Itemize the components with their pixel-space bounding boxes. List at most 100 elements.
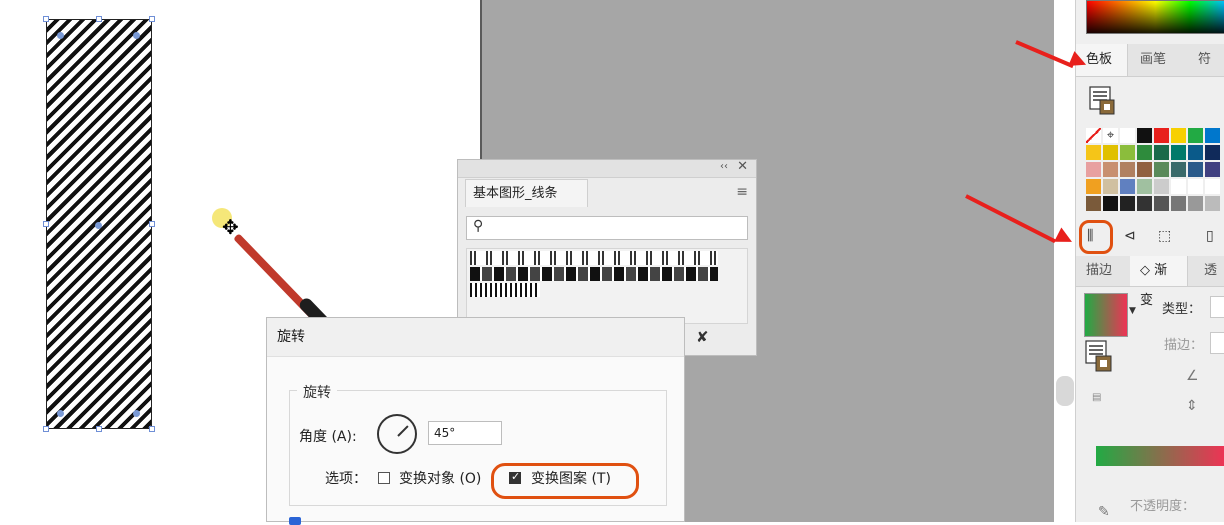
selection-handle[interactable] — [149, 16, 155, 22]
tab-stroke[interactable]: 描边 — [1076, 256, 1128, 286]
color-swatch[interactable] — [1103, 162, 1118, 177]
swatch-stack-icon[interactable] — [1088, 86, 1115, 116]
color-swatch[interactable] — [1154, 145, 1169, 160]
transform-objects-label[interactable]: 变换对象 (O) — [399, 468, 481, 488]
color-swatch[interactable] — [1120, 196, 1135, 211]
stroke-gradient-tabbar: 描边 ◇ 渐变 透 — [1076, 256, 1224, 308]
new-swatch-icon[interactable]: ▯ — [1206, 228, 1214, 244]
tab-gradient[interactable]: ◇ 渐变 — [1130, 256, 1188, 308]
move-cursor-icon: ✥ — [222, 215, 239, 239]
color-swatch[interactable] — [1137, 196, 1152, 211]
anchor-point — [95, 222, 102, 229]
gradient-stroke-label: 描边： — [1164, 338, 1204, 353]
color-swatch[interactable] — [1120, 162, 1135, 177]
symbol-thumbnail-grid — [466, 248, 748, 324]
rotate-dialog: 旋转 旋转 角度 (A): 45° 选项： 变换对象 (O) 变换图案 (T) — [266, 317, 685, 525]
dialog-title: 旋转 — [267, 318, 684, 357]
registration-swatch-icon[interactable]: ⌖ — [1103, 128, 1118, 143]
aspect-ratio-icon[interactable]: ⇕ — [1186, 398, 1198, 414]
color-swatch[interactable] — [1205, 128, 1220, 143]
transform-objects-checkbox[interactable] — [378, 472, 390, 484]
search-input[interactable]: ⚲ — [466, 216, 748, 240]
color-swatch[interactable] — [1154, 179, 1169, 194]
preview-checkbox[interactable] — [289, 517, 301, 525]
color-swatch[interactable] — [1103, 179, 1118, 194]
color-swatch[interactable] — [1188, 128, 1203, 143]
panel-menu-icon[interactable]: ≡ — [736, 184, 748, 200]
swatches-tabbar: 色板 画笔 符 — [1076, 44, 1224, 77]
symbol-row — [470, 267, 718, 281]
right-panel: 色板 画笔 符 ⌖ ⫼ ⊲ ⬚ ▯ 描边 ◇ 渐变 透 ▼ 类型： 描边： ∠ … — [1075, 0, 1224, 522]
color-swatch[interactable] — [1154, 128, 1169, 143]
color-swatch[interactable] — [1120, 145, 1135, 160]
angle-dial[interactable] — [377, 414, 417, 454]
color-swatch[interactable] — [1171, 196, 1186, 211]
highlight-oval — [491, 463, 639, 499]
color-swatch[interactable] — [1171, 128, 1186, 143]
selection-handle[interactable] — [96, 426, 102, 432]
gradient-slider[interactable] — [1096, 446, 1224, 466]
selection-handle[interactable] — [43, 16, 49, 22]
color-swatch[interactable] — [1137, 162, 1152, 177]
color-swatch[interactable] — [1205, 196, 1220, 211]
swatch-kind-icon[interactable]: ⊲ — [1124, 228, 1136, 244]
color-swatch[interactable] — [1188, 196, 1203, 211]
color-swatch[interactable] — [1154, 162, 1169, 177]
highlight-oval — [1079, 220, 1113, 254]
tab-symbols[interactable]: 符 — [1188, 44, 1224, 76]
anchor-point — [133, 32, 140, 39]
color-swatch[interactable] — [1188, 179, 1203, 194]
color-swatch[interactable] — [1086, 196, 1101, 211]
eyedropper-icon[interactable]: ✎ — [1098, 504, 1110, 520]
selection-handle[interactable] — [43, 426, 49, 432]
gradient-type-label: 类型： — [1162, 302, 1202, 317]
align-icon[interactable]: ▤ — [1092, 392, 1101, 403]
color-swatch[interactable] — [1188, 162, 1203, 177]
angle-icon[interactable]: ∠ — [1186, 368, 1199, 384]
gradient-preview-swatch[interactable] — [1084, 293, 1128, 337]
color-swatch[interactable] — [1137, 128, 1152, 143]
selection-handle[interactable] — [149, 221, 155, 227]
color-swatch[interactable] — [1171, 179, 1186, 194]
color-swatch[interactable] — [1086, 145, 1101, 160]
color-swatch[interactable] — [1205, 145, 1220, 160]
selection-handle[interactable] — [149, 426, 155, 432]
options-label: 选项： — [325, 471, 367, 487]
panel-titlebar[interactable]: ‹‹ ✕ — [458, 159, 756, 178]
none-swatch-icon[interactable] — [1086, 128, 1101, 143]
color-swatch[interactable] — [1171, 145, 1186, 160]
swatch-options-icon[interactable]: ⬚ — [1158, 228, 1171, 244]
color-swatch[interactable] — [1120, 179, 1135, 194]
color-swatch[interactable] — [1171, 162, 1186, 177]
close-icon[interactable]: ✕ — [737, 159, 748, 174]
color-swatch[interactable] — [1086, 179, 1101, 194]
color-swatch[interactable] — [1103, 145, 1118, 160]
tab-transparency[interactable]: 透 — [1194, 256, 1224, 286]
color-swatch[interactable] — [1188, 145, 1203, 160]
selection-handle[interactable] — [96, 16, 102, 22]
color-swatch[interactable] — [1120, 128, 1135, 143]
collapse-icon[interactable]: ‹‹ — [720, 161, 728, 172]
rotate-group-label: 旋转 — [297, 382, 337, 402]
color-swatch[interactable] — [1205, 179, 1220, 194]
color-swatch[interactable] — [1205, 162, 1220, 177]
tab-brushes[interactable]: 画笔 — [1130, 44, 1178, 76]
panel-resize-grip[interactable] — [1056, 376, 1074, 406]
symbol-row — [470, 251, 718, 265]
selection-handle[interactable] — [43, 221, 49, 227]
color-swatch[interactable] — [1137, 179, 1152, 194]
pin-icon[interactable]: ✘ — [696, 328, 709, 346]
color-swatch[interactable] — [1154, 196, 1169, 211]
color-swatch[interactable] — [1086, 162, 1101, 177]
color-spectrum[interactable] — [1086, 0, 1224, 34]
gradient-stroke-field[interactable] — [1210, 332, 1224, 354]
color-swatch[interactable] — [1137, 145, 1152, 160]
search-icon: ⚲ — [473, 218, 484, 234]
color-swatch[interactable] — [1103, 196, 1118, 211]
gradient-type-field[interactable] — [1210, 296, 1224, 318]
chevron-down-icon[interactable]: ▼ — [1129, 306, 1136, 316]
angle-input[interactable]: 45° — [428, 421, 502, 445]
gradient-stack-icon[interactable] — [1084, 340, 1114, 380]
tab-basic-shapes-lines[interactable]: 基本图形_线条 — [465, 179, 588, 207]
opacity-label: 不透明度： — [1130, 499, 1196, 514]
